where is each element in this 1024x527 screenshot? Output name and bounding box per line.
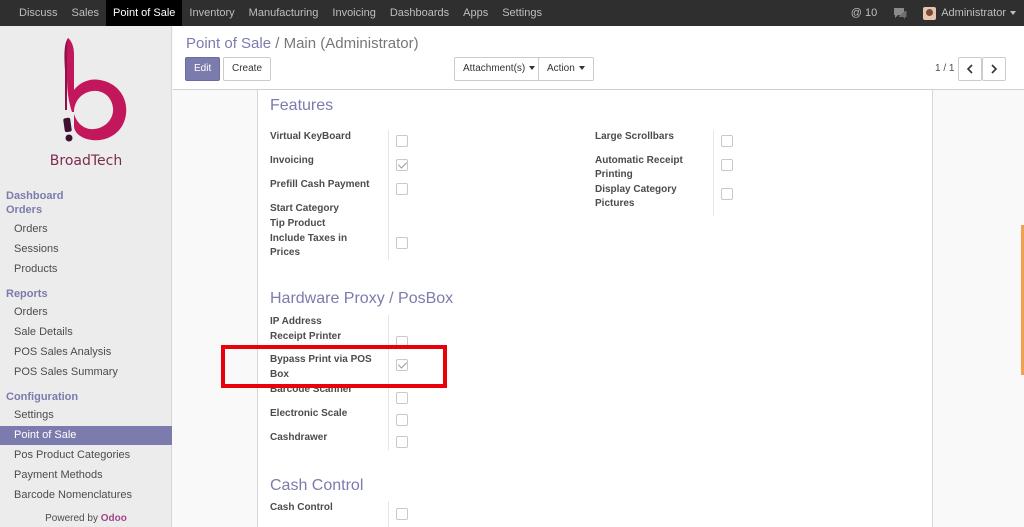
label-virtual-keyboard: Virtual KeyBoard	[270, 131, 351, 142]
label-large-scrollbars: Large Scrollbars	[595, 131, 674, 142]
label-include-taxes-line1: Include Taxes in	[270, 233, 348, 244]
section-hardware-title: Hardware Proxy / PosBox	[270, 290, 454, 307]
edit-button[interactable]: Edit	[185, 57, 221, 81]
sidebar-item-pos-product-categories[interactable]: Pos Product Categories	[0, 446, 172, 465]
breadcrumb: Point of Sale / Main (Administrator)	[186, 35, 419, 52]
logo-text: BroadTech	[49, 153, 123, 169]
sidebar-item-products[interactable]: Products	[0, 260, 172, 279]
app-menu: Discuss Sales Point of Sale Inventory Ma…	[0, 0, 549, 26]
pager-previous-button[interactable]	[958, 57, 982, 81]
menu-invoicing[interactable]: Invoicing	[325, 0, 382, 26]
menu-point-of-sale[interactable]: Point of Sale	[106, 0, 183, 26]
sidebar-item-point-of-sale[interactable]: Point of Sale	[0, 426, 172, 445]
field-divider	[388, 501, 389, 527]
chevron-right-icon	[991, 64, 998, 74]
field-divider	[388, 130, 389, 260]
label-include-taxes-line2: Prices	[270, 247, 301, 258]
powered-by-brand[interactable]: Odoo	[101, 513, 127, 524]
checkbox-invoicing[interactable]	[396, 159, 408, 171]
label-ip-address: IP Address	[270, 316, 322, 327]
label-cash-control: Cash Control	[270, 502, 333, 513]
breadcrumb-current: Main (Administrator)	[283, 35, 419, 52]
menu-apps[interactable]: Apps	[456, 0, 495, 26]
sidebar-header-orders[interactable]: Orders	[6, 204, 42, 216]
label-receipt-printer: Receipt Printer	[270, 331, 342, 342]
checkbox-prefill-cash-payment[interactable]	[396, 183, 408, 195]
chevron-down-icon	[529, 66, 536, 71]
label-automatic-receipt-line1: Automatic Receipt	[595, 155, 683, 166]
sidebar-item-settings[interactable]: Settings	[0, 406, 172, 425]
checkbox-virtual-keyboard[interactable]	[396, 135, 408, 147]
form-sheet: Features Virtual KeyBoard Invoicing Pref…	[257, 90, 933, 527]
sidebar-dashboard[interactable]: Dashboard	[6, 190, 63, 202]
breadcrumb-separator: /	[275, 35, 280, 52]
sidebar-item-orders[interactable]: Orders	[0, 220, 172, 239]
attachments-dropdown[interactable]: Attachment(s)	[454, 57, 545, 81]
chat-icon[interactable]	[885, 0, 915, 26]
systray: @ 10 Administrator	[843, 0, 1024, 26]
pager-next-button[interactable]	[982, 57, 1006, 81]
label-tip-product: Tip Product	[270, 218, 326, 229]
chevron-left-icon	[966, 64, 973, 74]
top-navbar: Discuss Sales Point of Sale Inventory Ma…	[0, 0, 1024, 26]
breadcrumb-parent[interactable]: Point of Sale	[186, 35, 271, 52]
checkbox-barcode-scanner[interactable]	[396, 392, 408, 404]
sidebar-item-sessions[interactable]: Sessions	[0, 240, 172, 259]
label-electronic-scale: Electronic Scale	[270, 408, 348, 419]
sidebar-item-pos-sales-analysis[interactable]: POS Sales Analysis	[0, 343, 172, 362]
sidebar: BroadTech Dashboard Orders Orders Sessio…	[0, 26, 172, 527]
label-display-category-line2: Pictures	[595, 198, 635, 209]
sidebar-item-pos-sales-summary[interactable]: POS Sales Summary	[0, 363, 172, 382]
highlight-annotation	[221, 345, 447, 388]
checkbox-automatic-receipt-printing[interactable]	[721, 159, 733, 171]
powered-by: Powered by Odoo	[0, 513, 172, 524]
section-features-title: Features	[270, 97, 334, 114]
label-prefill-cash-payment: Prefill Cash Payment	[270, 179, 370, 190]
section-cash-control-title: Cash Control	[270, 477, 364, 494]
label-automatic-receipt-line2: Printing	[595, 169, 633, 180]
sidebar-item-sale-details[interactable]: Sale Details	[0, 323, 172, 342]
action-label: Action	[547, 63, 575, 74]
menu-dashboards[interactable]: Dashboards	[383, 0, 456, 26]
avatar	[923, 6, 937, 20]
menu-settings[interactable]: Settings	[495, 0, 549, 26]
user-menu[interactable]: Administrator	[915, 0, 1024, 26]
checkbox-include-taxes[interactable]	[396, 237, 408, 249]
sidebar-header-reports[interactable]: Reports	[6, 288, 48, 300]
checkbox-cashdrawer[interactable]	[396, 436, 408, 448]
sidebar-item-barcode-nomenclatures[interactable]: Barcode Nomenclatures	[0, 486, 172, 505]
create-button[interactable]: Create	[223, 57, 272, 81]
checkbox-display-category-pictures[interactable]	[721, 188, 733, 200]
menu-manufacturing[interactable]: Manufacturing	[242, 0, 326, 26]
form-view: Features Virtual KeyBoard Invoicing Pref…	[173, 90, 1024, 527]
checkbox-cash-control[interactable]	[396, 508, 408, 520]
chevron-down-icon	[578, 66, 585, 71]
sidebar-item-payment-methods[interactable]: Payment Methods	[0, 466, 172, 485]
label-start-category: Start Category	[270, 203, 339, 214]
mentions-label: @ 10	[850, 7, 878, 19]
action-dropdown[interactable]: Action	[538, 57, 594, 81]
pager-value[interactable]: 1 / 1	[935, 63, 954, 74]
checkbox-large-scrollbars[interactable]	[721, 135, 733, 147]
menu-discuss[interactable]: Discuss	[12, 0, 65, 26]
attachments-label: Attachment(s)	[463, 63, 526, 74]
menu-sales[interactable]: Sales	[65, 0, 107, 26]
label-display-category-line1: Display Category	[595, 184, 677, 195]
checkbox-electronic-scale[interactable]	[396, 414, 408, 426]
control-panel: Point of Sale / Main (Administrator) Edi…	[173, 26, 1024, 90]
menu-inventory[interactable]: Inventory	[182, 0, 241, 26]
label-invoicing: Invoicing	[270, 155, 314, 166]
powered-by-prefix: Powered by	[45, 513, 98, 524]
field-divider	[713, 130, 714, 216]
sidebar-header-configuration[interactable]: Configuration	[6, 391, 78, 403]
user-name: Administrator	[941, 7, 1006, 19]
label-cashdrawer: Cashdrawer	[270, 432, 328, 443]
chevron-down-icon	[1010, 11, 1016, 15]
mentions-counter[interactable]: @ 10	[843, 0, 885, 26]
sidebar-item-report-orders[interactable]: Orders	[0, 303, 172, 322]
